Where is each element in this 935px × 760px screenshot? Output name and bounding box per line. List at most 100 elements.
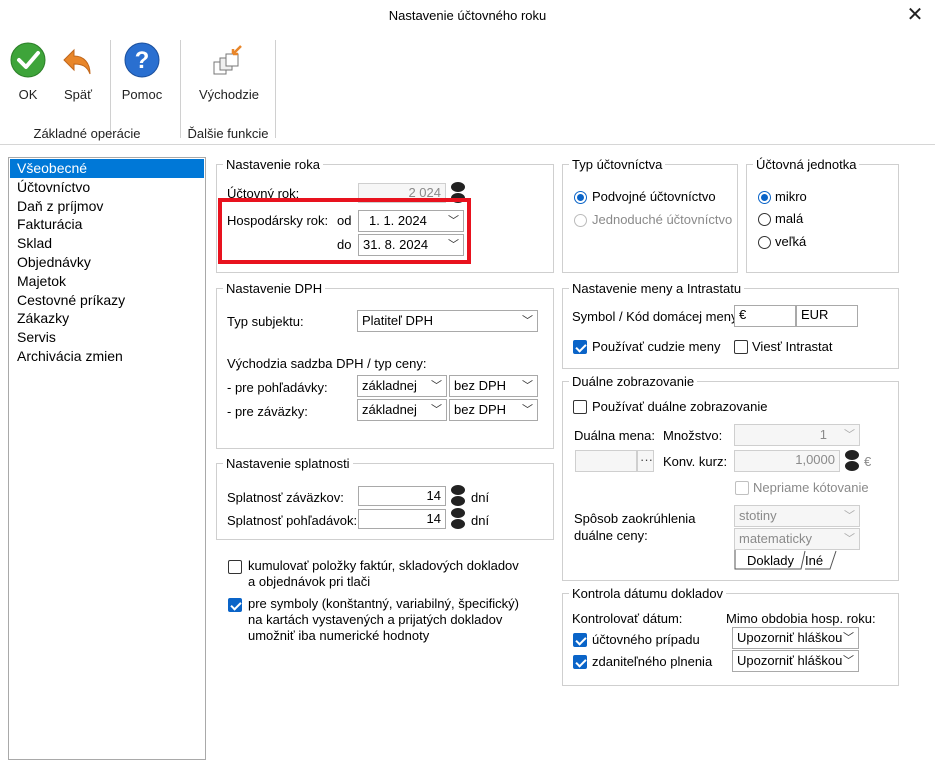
- taxable-supply-action-select[interactable]: Upozorniť hláškou ﹀: [732, 650, 859, 672]
- outside-period-label: Mimo obdobia hosp. roku:: [726, 611, 876, 626]
- intrastat-label: Viesť Intrastat: [752, 339, 833, 354]
- payables-due-label: Splatnosť záväzkov:: [227, 490, 344, 505]
- cumulate-checkbox[interactable]: [228, 560, 242, 574]
- radio-micro[interactable]: [758, 191, 771, 204]
- small-label: malá: [775, 211, 804, 226]
- ok-icon: [10, 42, 46, 78]
- amount-select[interactable]: 1 ﹀: [734, 424, 860, 446]
- chevron-down-icon: ﹀: [844, 429, 855, 441]
- dual-display-checkbox[interactable]: [573, 400, 587, 414]
- double-entry-label: Podvojné účtovníctvo: [592, 189, 716, 204]
- taxable-supply-checkbox[interactable]: [573, 655, 587, 669]
- nav-item-archivacia-zmien[interactable]: Archivácia zmien: [9, 347, 205, 366]
- payables-rate-select[interactable]: základnej ﹀: [357, 399, 447, 421]
- cumulate-label: kumulovať položky faktúr, skladových dok…: [248, 558, 519, 589]
- nav-item-objednavky[interactable]: Objednávky: [9, 253, 205, 272]
- radio-double-entry[interactable]: [574, 191, 587, 204]
- receivables-price-select[interactable]: bez DPH ﹀: [449, 375, 538, 397]
- taxable-supply-label: zdaniteľného plnenia: [592, 654, 713, 669]
- rounding-method-select[interactable]: matematicky ﹀: [734, 528, 860, 550]
- defaults-label: Východzie: [199, 87, 259, 102]
- receivables-rate-value: základnej: [362, 378, 417, 393]
- dual-currency-lookup-button[interactable]: ···: [637, 450, 654, 472]
- ribbon-separator: [180, 40, 181, 138]
- amount-value: 1: [819, 427, 827, 442]
- conversion-rate-field[interactable]: 1,0000: [734, 450, 840, 472]
- receivables-due-label: Splatnosť pohľadávok:: [227, 513, 358, 528]
- window-title: Nastavenie účtovného roku: [388, 8, 547, 23]
- tab-doklady[interactable]: Doklady: [747, 553, 794, 568]
- help-button[interactable]: ? Pomoc: [116, 40, 168, 106]
- chevron-down-icon: ﹀: [844, 533, 855, 545]
- acc-case-checkbox[interactable]: [573, 633, 587, 647]
- date-check-legend: Kontrola dátumu dokladov: [572, 586, 724, 601]
- single-entry-label: Jednoduché účtovníctvo: [592, 212, 733, 227]
- nav-item-sklad[interactable]: Sklad: [9, 234, 205, 253]
- nav-item-dan-z-prijmov[interactable]: Daň z príjmov: [9, 197, 205, 216]
- due-settings-legend: Nastavenie splatnosti: [226, 456, 350, 471]
- receivables-due-field[interactable]: 14: [358, 509, 446, 529]
- nav-item-servis[interactable]: Servis: [9, 328, 205, 347]
- receivables-due-spinner[interactable]: [451, 508, 465, 530]
- receivables-price-value: bez DPH: [454, 378, 507, 393]
- intrastat-checkbox[interactable]: [734, 340, 748, 354]
- conversion-rate-spinner[interactable]: [845, 450, 859, 472]
- payables-due-field[interactable]: 14: [358, 486, 446, 506]
- foreign-currency-checkbox[interactable]: [573, 340, 587, 354]
- vat-settings-legend: Nastavenie DPH: [226, 281, 323, 296]
- dual-currency-field[interactable]: [575, 450, 637, 472]
- payables-due-spinner[interactable]: [451, 485, 465, 507]
- nav-item-vseobecne[interactable]: Všeobecné: [10, 159, 204, 178]
- payables-price-select[interactable]: bez DPH ﹀: [449, 399, 538, 421]
- payables-price-value: bez DPH: [454, 402, 507, 417]
- back-button[interactable]: Späť: [56, 40, 100, 106]
- nav-item-fakturacia[interactable]: Fakturácia: [9, 215, 205, 234]
- subject-type-select[interactable]: Platiteľ DPH ﹀: [357, 310, 538, 332]
- chevron-down-icon: ﹀: [431, 404, 442, 416]
- nav-item-uctovnictvo[interactable]: Účtovníctvo: [9, 178, 205, 197]
- nav-item-majetok[interactable]: Majetok: [9, 272, 205, 291]
- indirect-quote-checkbox[interactable]: [735, 481, 749, 495]
- currency-symbol-label: Symbol / Kód domácej meny:: [572, 309, 742, 324]
- dual-display-legend: Duálne zobrazovanie: [572, 374, 695, 389]
- currency-symbol-field[interactable]: €: [734, 305, 796, 327]
- help-label: Pomoc: [121, 87, 163, 102]
- currency-code-field[interactable]: EUR: [796, 305, 858, 327]
- chevron-down-icon: ﹀: [522, 404, 533, 416]
- group-basic-label: Základné operácie: [33, 126, 141, 141]
- nav-item-cestovne-prikazy[interactable]: Cestovné príkazy: [9, 291, 205, 310]
- category-list[interactable]: Všeobecné Účtovníctvo Daň z príjmov Fakt…: [8, 157, 206, 760]
- defaults-icon: [213, 45, 242, 75]
- rounding-select[interactable]: stotiny ﹀: [734, 505, 860, 527]
- acc-case-label: účtovného prípadu: [592, 632, 700, 647]
- subject-type-value: Platiteľ DPH: [362, 313, 433, 328]
- symbols-checkbox[interactable]: [228, 598, 242, 612]
- rounding-label-2: duálne ceny:: [574, 528, 648, 543]
- ok-button[interactable]: OK: [6, 40, 50, 106]
- acc-case-action-select[interactable]: Upozorniť hláškou ﹀: [732, 627, 859, 649]
- ok-label: OK: [18, 87, 38, 102]
- year-settings-legend: Nastavenie roka: [226, 157, 320, 172]
- default-rate-label: Východzia sadzba DPH / typ ceny:: [227, 356, 427, 371]
- group-more-label: Ďalšie funkcie: [187, 126, 269, 141]
- tab-ine[interactable]: Iné: [805, 553, 823, 568]
- chevron-down-icon: ﹀: [843, 655, 854, 667]
- close-icon[interactable]: ✕: [900, 3, 930, 29]
- receivables-rate-label: - pre pohľadávky:: [227, 380, 328, 395]
- foreign-currency-label: Používať cudzie meny: [592, 339, 721, 354]
- acc-type-legend: Typ účtovníctva: [572, 157, 663, 172]
- ribbon-separator: [110, 40, 111, 138]
- chevron-down-icon: ﹀: [522, 380, 533, 392]
- radio-single-entry[interactable]: [574, 214, 587, 227]
- receivables-rate-select[interactable]: základnej ﹀: [357, 375, 447, 397]
- subject-type-label: Typ subjektu:: [227, 314, 304, 329]
- payables-rate-value: základnej: [362, 402, 417, 417]
- radio-small[interactable]: [758, 213, 771, 226]
- conversion-rate-label: Konv. kurz:: [663, 454, 728, 469]
- nav-item-zakazky[interactable]: Zákazky: [9, 309, 205, 328]
- highlight-box: [218, 198, 471, 264]
- micro-label: mikro: [775, 189, 807, 204]
- defaults-button[interactable]: Východzie: [192, 40, 266, 106]
- chevron-down-icon: ﹀: [843, 632, 854, 644]
- radio-large[interactable]: [758, 236, 771, 249]
